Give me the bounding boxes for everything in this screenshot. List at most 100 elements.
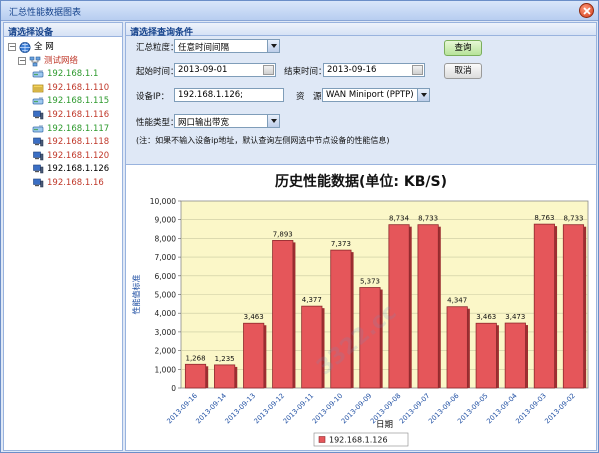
resource-value: WAN Miniport (PPTP) bbox=[326, 90, 414, 100]
tree-node[interactable]: 192.168.1.126 bbox=[4, 163, 122, 177]
tree-node[interactable]: − 测试网络 bbox=[4, 55, 122, 69]
tree-expander[interactable]: − bbox=[18, 56, 26, 65]
tree-node-label: 192.168.1.115 bbox=[47, 96, 110, 107]
tree-node[interactable]: 192.168.1.116 bbox=[4, 109, 122, 123]
x-axis-label: 日期 bbox=[376, 420, 393, 430]
router-icon bbox=[32, 96, 44, 107]
start-date-field[interactable]: 2013-09-01 bbox=[174, 63, 276, 77]
y-tick-label: 2,000 bbox=[155, 347, 177, 356]
tree-node-label: 测试网络 bbox=[44, 55, 79, 66]
tree-node-label: 192.168.1.117 bbox=[47, 123, 110, 134]
tree-node-label: 192.168.1.16 bbox=[47, 177, 104, 188]
bar bbox=[214, 364, 236, 389]
performance-chart: 历史性能数据(单位: KB/S) 0 1,000 2,000 3,000 4,000 5,0… bbox=[125, 164, 597, 451]
bar bbox=[475, 322, 497, 389]
bar bbox=[417, 224, 439, 389]
tree-node[interactable]: 192.168.1.117 bbox=[4, 123, 122, 137]
data-label: 1,235 bbox=[215, 355, 235, 363]
y-tick-label: 9,000 bbox=[155, 216, 177, 225]
data-label: 1,268 bbox=[186, 354, 206, 362]
data-label: 8,733 bbox=[563, 215, 583, 223]
y-tick-label: 7,000 bbox=[155, 253, 177, 262]
perf-type-value: 网口输出带宽 bbox=[178, 118, 230, 128]
cancel-button[interactable]: 取消 bbox=[444, 63, 482, 79]
computer-icon bbox=[32, 137, 44, 148]
tree-node-label: 192.168.1.118 bbox=[47, 137, 110, 148]
tree-node[interactable]: 192.168.1.110 bbox=[4, 82, 122, 96]
close-icon[interactable] bbox=[579, 3, 594, 18]
data-label: 7,373 bbox=[331, 240, 351, 248]
computer-icon bbox=[32, 151, 44, 162]
y-tick-label: 4,000 bbox=[155, 309, 177, 318]
network-icon bbox=[29, 56, 41, 67]
y-tick-label: 8,000 bbox=[155, 234, 177, 243]
tree-node[interactable]: 192.168.1.115 bbox=[4, 95, 122, 109]
data-label: 4,377 bbox=[302, 296, 322, 304]
device-tree: − 全 网 − 测试网络 192.168.1.1 192.168.1.110 192.168… bbox=[4, 37, 122, 191]
chevron-down-icon[interactable] bbox=[267, 115, 279, 127]
start-date-value: 2013-09-01 bbox=[178, 65, 228, 75]
legend-swatch bbox=[318, 436, 326, 443]
device-panel-header: 请选择设备 bbox=[4, 23, 122, 38]
calendar-icon[interactable] bbox=[412, 65, 423, 75]
x-tick-label: 2013-09-02 bbox=[543, 392, 577, 426]
end-time-label: 结束时间： bbox=[284, 67, 327, 77]
computer-icon bbox=[32, 110, 44, 121]
query-button[interactable]: 查询 bbox=[444, 40, 482, 56]
legend-label: 192.168.1.126 bbox=[329, 436, 388, 445]
tree-node-label: 全 网 bbox=[34, 42, 54, 52]
tree-expander[interactable]: − bbox=[8, 43, 16, 51]
calendar-icon[interactable] bbox=[263, 65, 274, 75]
tree-node[interactable]: − 全 网 bbox=[4, 41, 122, 55]
data-label: 3,463 bbox=[476, 313, 496, 321]
perf-type-label: 性能类型： bbox=[136, 118, 179, 128]
tree-node[interactable]: 192.168.1.16 bbox=[4, 177, 122, 191]
router-icon bbox=[32, 69, 44, 80]
bar bbox=[388, 224, 410, 389]
bar bbox=[562, 224, 585, 389]
data-label: 4,347 bbox=[447, 297, 467, 305]
tree-node[interactable]: 192.168.1.120 bbox=[4, 150, 122, 164]
bar bbox=[533, 223, 555, 389]
device-panel: 请选择设备 − 全 网 − 测试网络 192.168.1.1 192.168.1.110 1… bbox=[3, 22, 123, 451]
end-date-field[interactable]: 2013-09-16 bbox=[323, 63, 425, 77]
chart-title: 历史性能数据(单位: KB/S) bbox=[275, 173, 447, 190]
perf-type-select[interactable]: 网口输出带宽 bbox=[174, 114, 280, 128]
window-title: 汇总性能数据图表 bbox=[9, 8, 82, 18]
tree-node[interactable]: 192.168.1.118 bbox=[4, 136, 122, 150]
device-ip-label: 设备IP： bbox=[136, 92, 170, 102]
granularity-value: 任意时间间隔 bbox=[178, 43, 230, 53]
y-axis-label: 性能值标准 bbox=[131, 275, 141, 315]
data-label: 8,734 bbox=[389, 215, 410, 223]
tree-node-label: 192.168.1.116 bbox=[47, 109, 110, 120]
y-tick-label: 0 bbox=[171, 384, 176, 393]
y-tick-label: 10,000 bbox=[150, 197, 176, 206]
data-label: 3,473 bbox=[505, 313, 525, 321]
chevron-down-icon[interactable] bbox=[417, 89, 429, 101]
y-tick-label: 6,000 bbox=[155, 272, 177, 281]
chart-svg: 历史性能数据(单位: KB/S) 0 1,000 2,000 3,000 4,000 5,0… bbox=[131, 173, 589, 447]
title-bar: 汇总性能数据图表 bbox=[1, 1, 598, 21]
y-tick-label: 3,000 bbox=[155, 328, 177, 337]
tree-node[interactable]: 192.168.1.1 bbox=[4, 68, 122, 82]
y-tick-label: 1,000 bbox=[155, 365, 177, 374]
tree-node-label: 192.168.1.126 bbox=[47, 164, 110, 175]
router-icon bbox=[32, 124, 44, 135]
resource-select[interactable]: WAN Miniport (PPTP) bbox=[322, 88, 430, 102]
conditions-header: 请选择查询条件 bbox=[125, 22, 597, 38]
switch-icon bbox=[32, 83, 44, 94]
bar bbox=[446, 306, 468, 389]
granularity-select[interactable]: 任意时间间隔 bbox=[174, 39, 280, 53]
start-time-label: 起始时间： bbox=[136, 67, 179, 77]
bar bbox=[504, 322, 526, 389]
query-panel: 请选择查询条件 汇总粒度： 任意时间间隔 查询 起始时间： 2013-09-01… bbox=[125, 22, 597, 451]
data-label: 5,373 bbox=[360, 278, 380, 286]
chevron-down-icon[interactable] bbox=[267, 40, 279, 52]
device-ip-input[interactable]: 192.168.1.126; bbox=[174, 88, 284, 102]
conditions-form: 汇总粒度： 任意时间间隔 查询 起始时间： 2013-09-01 结束时间： 2… bbox=[125, 36, 597, 164]
bar bbox=[272, 240, 294, 389]
tree-node-label: 192.168.1.120 bbox=[47, 150, 110, 161]
app-window: 汇总性能数据图表 请选择设备 − 全 网 − 测试网络 192.168.1.1 192.1… bbox=[0, 0, 599, 453]
bar bbox=[243, 322, 265, 389]
data-label: 3,463 bbox=[244, 313, 264, 321]
